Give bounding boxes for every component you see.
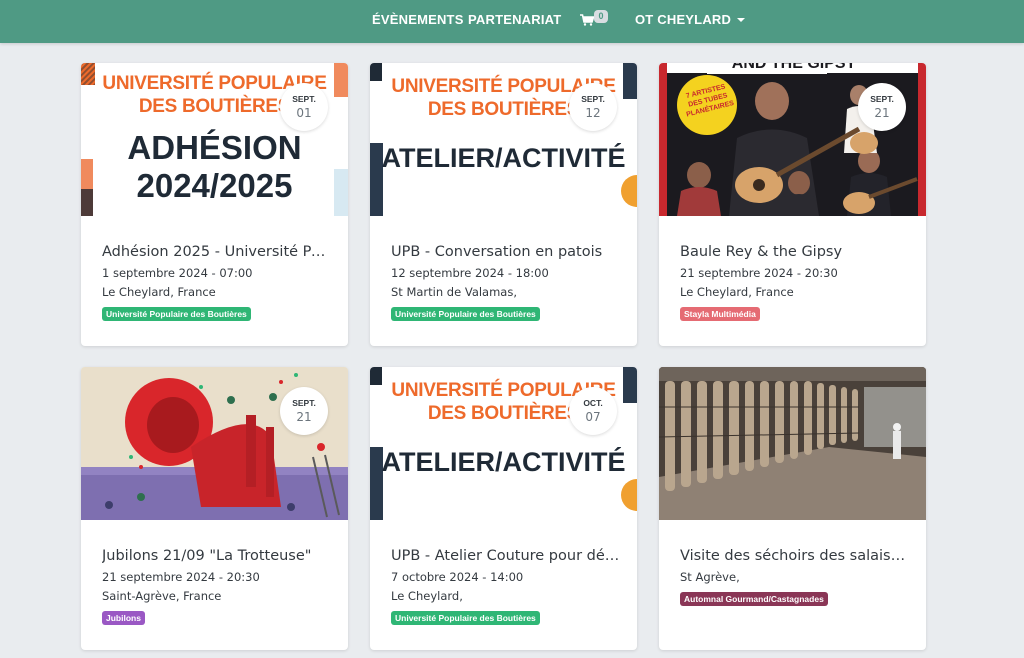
event-card[interactable]: UNIVERSITÉ POPULAIRE DES BOUTIÈRES ADHÉS…	[81, 63, 348, 346]
date-badge-month: SEPT.	[581, 94, 605, 104]
event-image: UNIVERSITÉ POPULAIRE DES BOUTIÈRES ATELI…	[370, 63, 637, 216]
event-image	[659, 367, 926, 520]
date-badge-month: SEPT.	[870, 94, 894, 104]
date-badge: OCT. 07	[569, 387, 617, 435]
event-title[interactable]: UPB - Atelier Couture pour débutants	[391, 548, 621, 564]
event-location: Le Cheylard, France	[680, 285, 794, 299]
event-location: Saint-Agrève, France	[102, 589, 222, 603]
event-card[interactable]: UNIVERSITÉ POPULAIRE DES BOUTIÈRES ATELI…	[370, 367, 637, 650]
event-card[interactable]: AND THE GIPSY 7 ARTISTES DES TUBES PLANÉ…	[659, 63, 926, 346]
date-badge-day: 21	[296, 410, 312, 424]
nav-partnership-link[interactable]: PARTENARIAT	[468, 12, 561, 27]
date-badge-month: SEPT.	[292, 398, 316, 408]
event-location: St Martin de Valamas,	[391, 285, 518, 299]
event-card-body: Baule Rey & the Gipsy 21 septembre 2024 …	[659, 216, 926, 346]
cart-button[interactable]: 0	[580, 10, 614, 32]
event-date: 1 septembre 2024 - 07:00	[102, 266, 253, 280]
top-navbar: ÉVÈNEMENTS PARTENARIAT 0 OT CHEYLARD	[0, 0, 1024, 43]
event-image: UNIVERSITÉ POPULAIRE DES BOUTIÈRES ADHÉS…	[81, 63, 348, 216]
poster-adhesion-text: ADHÉSION	[127, 129, 302, 166]
event-date: 12 septembre 2024 - 18:00	[391, 266, 549, 280]
event-card[interactable]: UNIVERSITÉ POPULAIRE DES BOUTIÈRES ATELI…	[370, 63, 637, 346]
date-badge-day: 21	[874, 106, 890, 120]
event-location: Le Cheylard,	[391, 589, 463, 603]
event-title[interactable]: Adhésion 2025 - Université Populaire des…	[102, 244, 332, 260]
event-title[interactable]: Visite des séchoirs des salaisons	[680, 548, 910, 564]
event-location: St Agrève,	[680, 570, 740, 584]
event-category-tag[interactable]: Stayla Multimédia	[680, 307, 760, 321]
date-badge-month: SEPT.	[292, 94, 316, 104]
event-date: 21 septembre 2024 - 20:30	[102, 570, 260, 584]
event-date: 21 septembre 2024 - 20:30	[680, 266, 838, 280]
event-card-body: Adhésion 2025 - Université Populaire des…	[81, 216, 348, 346]
event-image: AND THE GIPSY 7 ARTISTES DES TUBES PLANÉ…	[659, 63, 926, 216]
date-badge-day: 01	[296, 106, 312, 120]
event-image: UNIVERSITÉ POPULAIRE DES BOUTIÈRES ATELI…	[370, 367, 637, 520]
event-card-body: Jubilons 21/09 "La Trotteuse" 21 septemb…	[81, 520, 348, 650]
account-dropdown[interactable]: OT CHEYLARD	[635, 12, 746, 27]
event-card[interactable]: Visite des séchoirs des salaisons St Agr…	[659, 367, 926, 650]
poster-season-text: 2024/2025	[136, 167, 293, 204]
event-title[interactable]: UPB - Conversation en patois	[391, 244, 621, 260]
event-card-body: Visite des séchoirs des salaisons St Agr…	[659, 520, 926, 650]
event-category-tag[interactable]: Université Populaire des Boutières	[102, 307, 251, 321]
cart-count-badge: 0	[594, 10, 608, 23]
event-category-tag[interactable]: Université Populaire des Boutières	[391, 307, 540, 321]
event-card[interactable]: SEPT. 21 Jubilons 21/09 "La Trotteuse" 2…	[81, 367, 348, 650]
poster-atelier-text: ATELIER/ACTIVITÉ	[381, 143, 626, 173]
event-category-tag[interactable]: Université Populaire des Boutières	[391, 611, 540, 625]
event-title[interactable]: Jubilons 21/09 "La Trotteuse"	[102, 548, 332, 564]
event-date: 7 octobre 2024 - 14:00	[391, 570, 524, 584]
date-badge: SEPT. 12	[569, 83, 617, 131]
event-location: Le Cheylard, France	[102, 285, 216, 299]
nav-events-link[interactable]: ÉVÈNEMENTS	[372, 12, 464, 27]
event-card-body: UPB - Atelier Couture pour débutants 7 o…	[370, 520, 637, 650]
date-badge-month: OCT.	[583, 398, 603, 408]
date-badge: SEPT. 21	[280, 387, 328, 435]
chevron-down-icon	[737, 18, 746, 22]
date-badge-day: 07	[585, 410, 601, 424]
cart-icon	[580, 14, 594, 26]
event-image: SEPT. 21	[81, 367, 348, 520]
drying-room-photo	[659, 367, 926, 520]
date-badge: SEPT. 21	[858, 83, 906, 131]
date-badge-day: 12	[585, 106, 601, 120]
poster-atelier-text: ATELIER/ACTIVITÉ	[381, 447, 626, 477]
event-title[interactable]: Baule Rey & the Gipsy	[680, 244, 910, 260]
event-card-body: UPB - Conversation en patois 12 septembr…	[370, 216, 637, 346]
event-category-tag[interactable]: Automnal Gourmand/Castagnades	[680, 592, 828, 606]
poster-top-text: AND THE GIPSY	[731, 63, 857, 72]
event-category-tag[interactable]: Jubilons	[102, 611, 145, 625]
account-label: OT CHEYLARD	[635, 12, 732, 27]
date-badge: SEPT. 01	[280, 83, 328, 131]
